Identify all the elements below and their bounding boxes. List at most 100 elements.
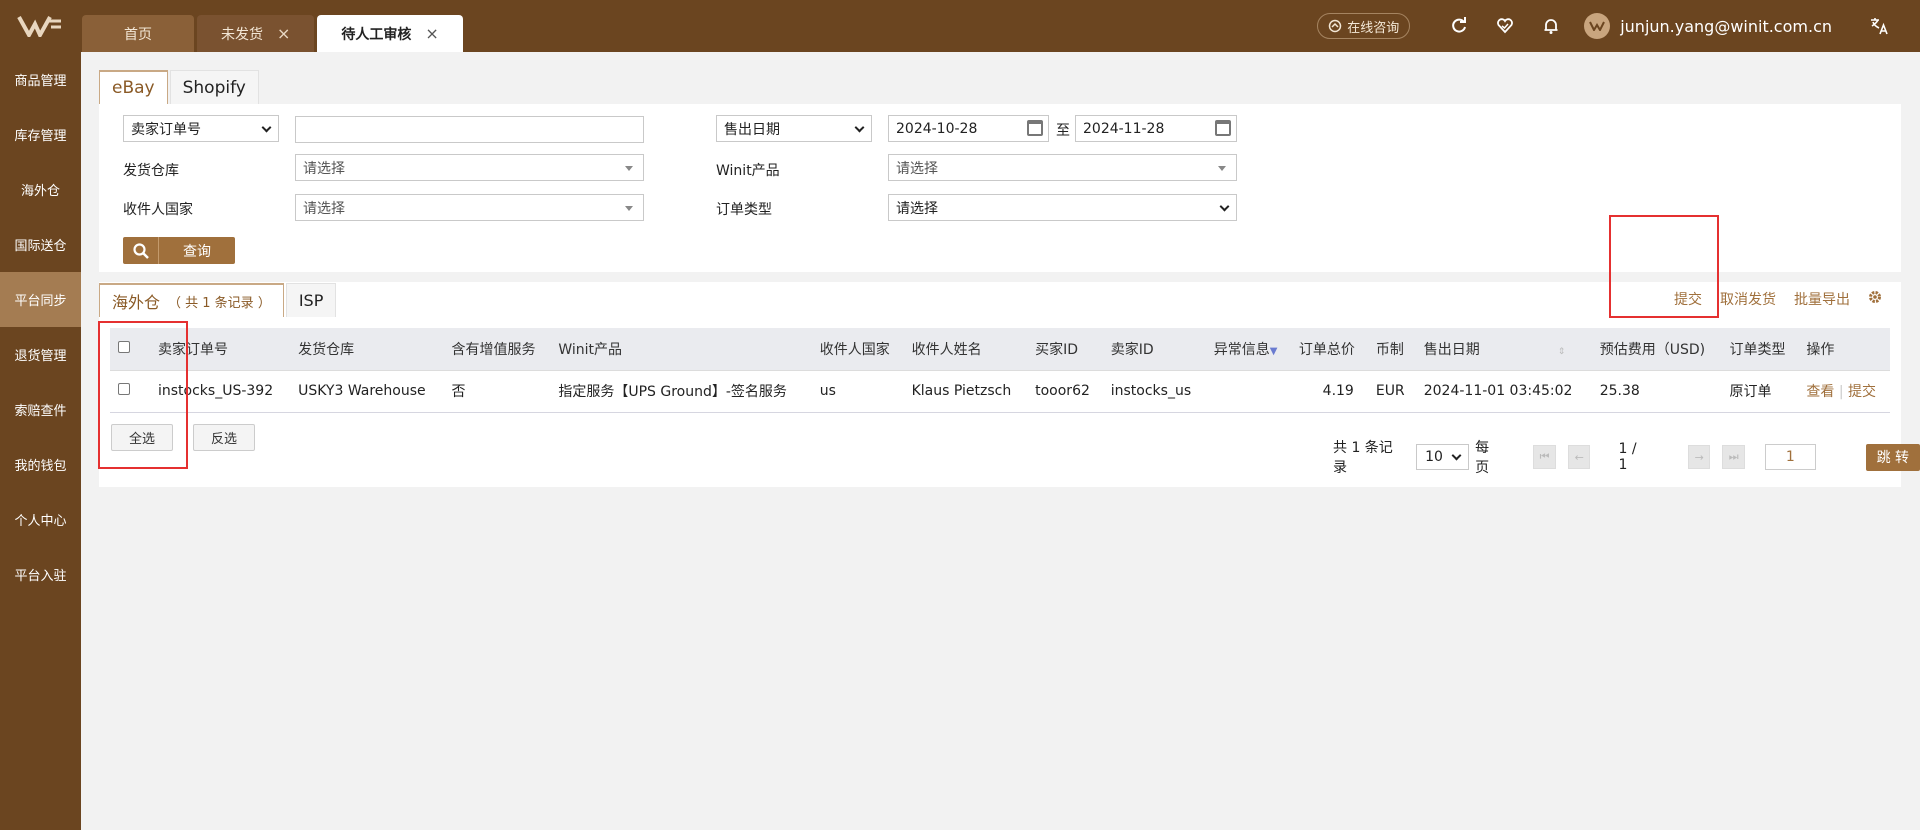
chevron-down-icon — [854, 122, 865, 133]
sidebar-item-product[interactable]: 商品管理 — [0, 52, 81, 107]
calendar-icon[interactable] — [1027, 120, 1043, 136]
batch-export-link[interactable]: 批量导出 — [1794, 289, 1850, 309]
sidebar-item-inventory[interactable]: 库存管理 — [0, 107, 81, 162]
prev-page-button[interactable]: ← — [1567, 445, 1591, 469]
sidebar-item-label: 平台入驻 — [14, 569, 67, 584]
query-button[interactable]: 查询 — [123, 237, 235, 264]
sidebar-item-label: 商品管理 — [14, 74, 67, 89]
sidebar-item-platform-sync[interactable]: 平台同步 — [0, 272, 81, 327]
column-header[interactable]: 卖家订单号 — [150, 328, 291, 371]
column-header[interactable]: 预估费用（USD) — [1591, 328, 1722, 371]
cell-sold-date: 2024-11-01 03:45:02 — [1415, 370, 1592, 413]
sort-icon[interactable]: ⇕ — [1558, 347, 1566, 357]
sidebar-item-international[interactable]: 国际送仓 — [0, 217, 81, 272]
calendar-icon[interactable] — [1215, 120, 1231, 136]
close-icon[interactable]: × — [425, 24, 438, 43]
column-header: 操作 — [1798, 328, 1890, 371]
date-range-separator: 至 — [1056, 123, 1070, 139]
bell-icon[interactable] — [1528, 0, 1574, 52]
column-header[interactable]: 卖家ID — [1102, 328, 1206, 371]
select-value: 售出日期 — [724, 121, 780, 138]
column-header[interactable]: 订单类型 — [1721, 328, 1799, 371]
select-all-checkbox[interactable] — [118, 340, 130, 353]
select-value: 请选择 — [303, 160, 345, 177]
next-page-button[interactable]: → — [1687, 445, 1711, 469]
page-info: 1 / 1 — [1618, 441, 1637, 473]
product-select[interactable]: 请选择 — [888, 154, 1237, 181]
sidebar-item-wallet[interactable]: 我的钱包 — [0, 437, 81, 492]
tab-label: ISP — [298, 291, 324, 310]
order-type-select[interactable]: 请选择 — [888, 194, 1237, 221]
gear-icon[interactable] — [1868, 290, 1882, 308]
select-all-button[interactable]: 全选 — [111, 424, 173, 451]
first-page-button[interactable]: ⏮ — [1533, 445, 1556, 469]
triangle-down-icon — [625, 166, 633, 171]
order-number-type-select[interactable]: 卖家订单号 — [123, 115, 279, 142]
sidebar-item-returns[interactable]: 退货管理 — [0, 327, 81, 382]
avatar — [1584, 13, 1611, 39]
jump-button[interactable]: 跳 转 — [1865, 443, 1920, 471]
sidebar-item-label: 国际送仓 — [14, 239, 67, 254]
sidebar-item-profile[interactable]: 个人中心 — [0, 492, 81, 547]
tab-label: Shopify — [182, 77, 246, 98]
triangle-down-icon — [1218, 166, 1226, 171]
sidebar-item-claims[interactable]: 索赔查件 — [0, 382, 81, 437]
select-value: 卖家订单号 — [131, 121, 201, 138]
sidebar: 商品管理 库存管理 海外仓 国际送仓 平台同步 退货管理 索赔查件 我的钱包 个… — [0, 52, 81, 830]
refresh-icon[interactable] — [1436, 0, 1482, 52]
tab-shopify[interactable]: Shopify — [169, 70, 259, 104]
filter-icon[interactable]: ▼ — [1270, 346, 1278, 357]
tab-home[interactable]: 首页 — [82, 15, 194, 52]
close-icon[interactable]: × — [277, 24, 290, 43]
column-header[interactable]: 收件人姓名 — [903, 328, 1028, 371]
row-checkbox-cell — [110, 370, 150, 413]
last-page-button[interactable]: ⏭ — [1722, 445, 1746, 469]
date-from-input[interactable]: 2024-10-28 — [888, 115, 1049, 142]
column-header[interactable]: Winit产品 — [550, 328, 812, 371]
column-header[interactable]: 收件人国家 — [811, 328, 904, 371]
tab-overseas-warehouse[interactable]: 海外仓 （ 共 1 条记录 ） — [99, 283, 284, 317]
tab-unshipped[interactable]: 未发货 × — [197, 15, 315, 52]
sold-date-header[interactable]: 售出日期 ⇕ — [1415, 328, 1592, 371]
invert-selection-button[interactable]: 反选 — [193, 424, 255, 451]
exception-header[interactable]: 异常信息▼ — [1205, 328, 1291, 371]
submit-link[interactable]: 提交 — [1674, 289, 1702, 309]
page-number-input[interactable]: 1 — [1765, 444, 1816, 470]
row-checkbox[interactable] — [118, 383, 130, 395]
select-value: 请选择 — [303, 200, 345, 217]
user-menu[interactable]: junjun.yang@winit.com.cn — [1584, 13, 1832, 39]
row-submit-link[interactable]: 提交 — [1848, 384, 1876, 400]
favorite-icon[interactable] — [1482, 0, 1528, 52]
cell-fee: 25.38 — [1591, 370, 1722, 413]
online-consult-button[interactable]: 在线咨询 — [1317, 13, 1411, 39]
tab-pending-review[interactable]: 待人工审核 × — [317, 15, 463, 52]
warehouse-select[interactable]: 请选择 — [295, 154, 644, 181]
translate-icon[interactable] — [1862, 17, 1896, 35]
total-records: 共 1 条记录 — [1333, 440, 1393, 476]
column-header[interactable]: 发货仓库 — [290, 328, 444, 371]
cancel-shipment-link[interactable]: 取消发货 — [1720, 289, 1776, 309]
winit-logo[interactable] — [0, 0, 80, 52]
tab-ebay[interactable]: eBay — [99, 70, 168, 104]
view-link[interactable]: 查看 — [1806, 384, 1834, 400]
query-label: 查询 — [183, 243, 211, 260]
table-row[interactable]: instocks_US-392 USKY3 Warehouse 否 指定服务【U… — [110, 370, 1890, 413]
column-header[interactable]: 含有增值服务 — [443, 328, 551, 371]
country-select[interactable]: 请选择 — [295, 194, 644, 221]
column-header[interactable]: 买家ID — [1027, 328, 1103, 371]
page-size-select[interactable]: 10 — [1416, 444, 1470, 470]
date-to-input[interactable]: 2024-11-28 — [1075, 115, 1237, 142]
sidebar-item-platform-join[interactable]: 平台入驻 — [0, 547, 81, 602]
sidebar-item-label: 我的钱包 — [14, 459, 67, 474]
chevron-down-icon — [1451, 450, 1462, 461]
column-header[interactable]: 订单总价 — [1290, 328, 1368, 371]
date-type-select[interactable]: 售出日期 — [716, 115, 872, 142]
cell-vas: 否 — [443, 370, 551, 413]
date-value: 2024-11-28 — [1083, 120, 1165, 137]
sidebar-item-overseas[interactable]: 海外仓 — [0, 162, 81, 217]
order-number-input[interactable] — [295, 116, 644, 143]
cell-order-type: 原订单 — [1721, 370, 1799, 413]
column-header[interactable]: 币制 — [1367, 328, 1416, 371]
record-count: （ 共 1 条记录 ） — [168, 295, 271, 311]
tab-isp[interactable]: ISP — [285, 283, 337, 317]
